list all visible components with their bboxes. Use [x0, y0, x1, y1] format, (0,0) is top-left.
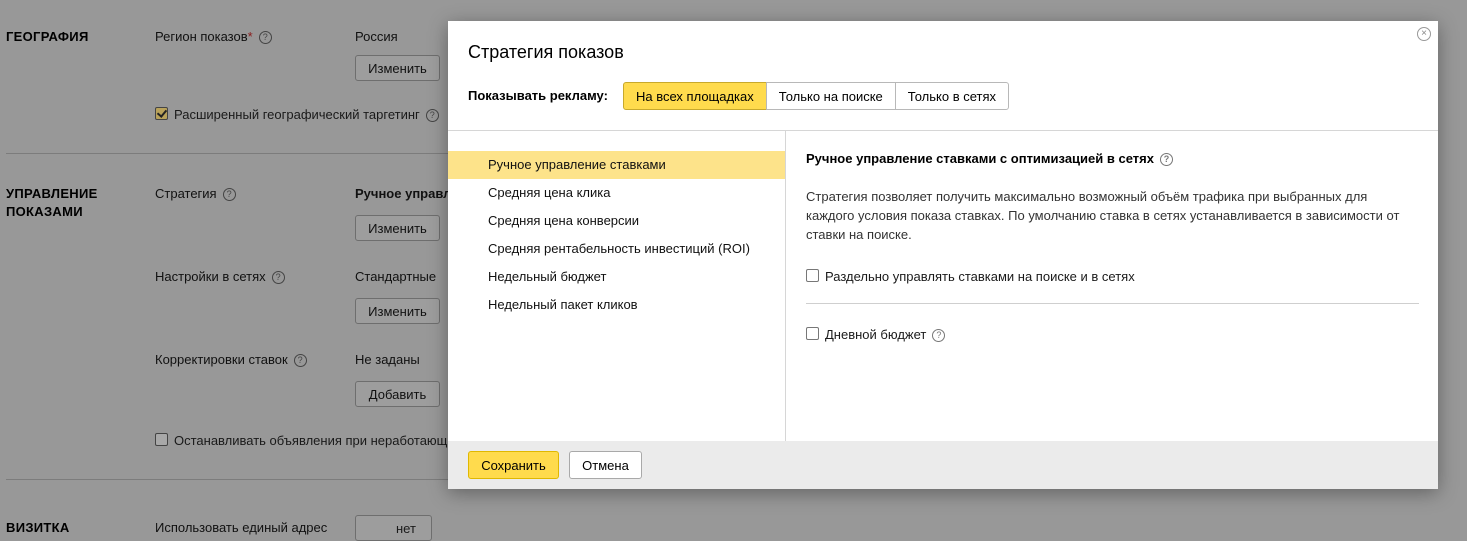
detail-description: Стратегия позволяет получить максимально… [806, 189, 1400, 242]
vcard-heading: ВИЗИТКА [6, 520, 70, 535]
strategy-item-avg-cpc[interactable]: Средняя цена клика [448, 179, 785, 207]
checkbox-checked-icon[interactable] [155, 107, 168, 120]
help-icon[interactable]: ? [222, 188, 236, 201]
strategy-detail: Ручное управление ставками с оптимизацие… [786, 131, 1438, 441]
bid-adjustments-value: Не заданы [355, 352, 420, 367]
modal-footer: Сохранить Отмена [448, 441, 1438, 489]
strategy-item-weekly-budget[interactable]: Недельный бюджет [448, 263, 785, 291]
extended-targeting-checkbox[interactable]: Расширенный географический таргетинг? [155, 107, 439, 122]
checkbox-icon[interactable] [806, 269, 819, 282]
strategy-label: Стратегия? [155, 186, 236, 201]
help-icon[interactable]: ? [932, 329, 946, 342]
show-ads-label: Показывать рекламу: [468, 88, 608, 103]
management-heading: УПРАВЛЕНИЕ ПОКАЗАМИ [6, 186, 98, 219]
help-icon[interactable]: ? [271, 271, 285, 284]
strategy-value: Ручное управл [355, 186, 452, 201]
bid-adjustments-add-button[interactable]: Добавить [355, 381, 440, 407]
strategy-item-avg-cpa[interactable]: Средняя цена конверсии [448, 207, 785, 235]
section-divider [6, 153, 466, 154]
close-icon[interactable]: × [1417, 27, 1431, 41]
placement-networks-only-button[interactable]: Только в сетях [894, 82, 1010, 110]
section-divider [6, 479, 466, 480]
network-change-button[interactable]: Изменить [355, 298, 440, 324]
network-settings-label: Настройки в сетях? [155, 269, 285, 284]
modal-title: Стратегия показов [468, 42, 624, 62]
region-label: Регион показов*? [155, 29, 272, 44]
bid-adjustments-label: Корректировки ставок? [155, 352, 307, 367]
single-address-toggle[interactable]: нет [355, 515, 432, 541]
region-value: Россия [355, 29, 398, 44]
detail-title: Ручное управление ставками с оптимизацие… [806, 151, 1173, 166]
save-button[interactable]: Сохранить [468, 451, 559, 479]
single-address-label: Использовать единый адрес [155, 520, 328, 535]
help-icon[interactable]: ? [1159, 153, 1173, 166]
strategy-change-button[interactable]: Изменить [355, 215, 440, 241]
daily-budget-checkbox[interactable]: Дневной бюджет? [806, 327, 946, 342]
separate-bids-checkbox[interactable]: Раздельно управлять ставками на поиске и… [806, 269, 1135, 284]
strategy-modal: Стратегия показов × Показывать рекламу: … [448, 21, 1438, 489]
strategy-list: Ручное управление ставками Средняя цена … [448, 131, 786, 441]
help-icon[interactable]: ? [425, 109, 439, 122]
cancel-button[interactable]: Отмена [569, 451, 642, 479]
stop-ads-checkbox[interactable]: Останавливать объявления при неработающ [155, 433, 447, 448]
help-icon[interactable]: ? [258, 31, 272, 44]
checkbox-icon[interactable] [806, 327, 819, 340]
strategy-item-manual[interactable]: Ручное управление ставками [448, 151, 785, 179]
strategy-item-roi[interactable]: Средняя рентабельность инвестиций (ROI) [448, 235, 785, 263]
required-star: * [247, 29, 253, 44]
checkbox-icon[interactable] [155, 433, 168, 446]
region-change-button[interactable]: Изменить [355, 55, 440, 81]
placement-all-button[interactable]: На всех площадках [623, 82, 767, 110]
geo-heading: ГЕОГРАФИЯ [6, 29, 89, 44]
strategy-item-weekly-clicks[interactable]: Недельный пакет кликов [448, 291, 785, 319]
placement-search-only-button[interactable]: Только на поиске [765, 82, 896, 110]
help-icon[interactable]: ? [293, 354, 307, 367]
detail-divider [806, 303, 1419, 304]
placement-selector: На всех площадках Только на поиске Тольк… [623, 82, 1010, 110]
network-settings-value: Стандартные [355, 269, 437, 284]
